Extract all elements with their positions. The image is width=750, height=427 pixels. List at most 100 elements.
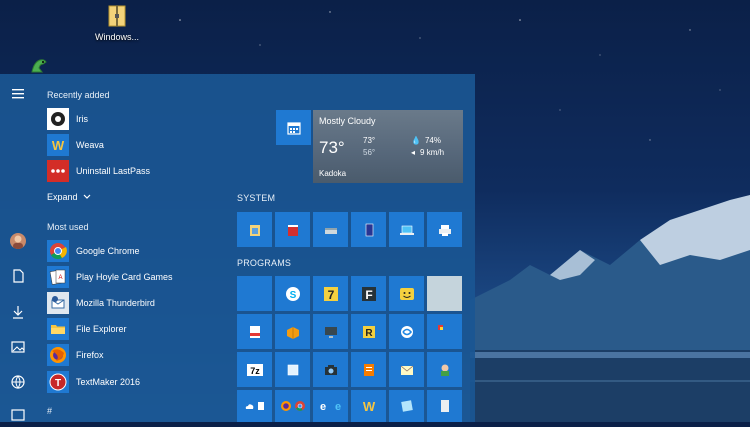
swirl-icon — [400, 325, 413, 338]
documents-button[interactable] — [10, 268, 26, 284]
svg-text:R: R — [365, 328, 373, 339]
tile-program-smiley[interactable] — [389, 276, 424, 311]
box-icon — [286, 326, 299, 339]
app-mozilla-thunderbird[interactable]: Mozilla Thunderbird — [47, 292, 227, 314]
downloads-button[interactable] — [10, 304, 26, 320]
svg-text:W: W — [362, 399, 375, 414]
svg-text:7z: 7z — [250, 366, 260, 376]
tile-program-r4-group[interactable] — [237, 390, 272, 422]
app-iris[interactable]: Iris — [47, 108, 227, 130]
tile-program-r3-2[interactable] — [275, 352, 310, 387]
mail-icon — [400, 365, 413, 375]
phone-icon — [365, 223, 373, 236]
app-hoyle-card-games[interactable]: A Play Hoyle Card Games — [47, 266, 227, 288]
thunderbird-icon — [47, 292, 69, 314]
tile-program-r2-1[interactable] — [237, 314, 272, 349]
tile-program-r2-2[interactable] — [275, 314, 310, 349]
tile-program-seven[interactable]: 7 — [313, 276, 348, 311]
tablet-icon — [440, 400, 449, 412]
pictures-button[interactable] — [10, 339, 26, 355]
tile-program-r2-6[interactable] — [427, 314, 462, 349]
weather-wind-row: ◂ 9 km/h — [411, 148, 444, 157]
tile-program-r3-4[interactable] — [351, 352, 386, 387]
iris-icon — [47, 108, 69, 130]
svg-text:e: e — [320, 401, 326, 412]
tile-weather[interactable]: Mostly Cloudy 73° 73° 56° 💧 74% ◂ 9 km/h K… — [313, 110, 463, 183]
tile-program-r2-3[interactable] — [313, 314, 348, 349]
chevron-down-icon — [83, 194, 90, 199]
textmaker-icon: T — [47, 371, 69, 393]
network-button[interactable] — [10, 374, 26, 390]
laptop-icon — [399, 225, 414, 235]
tile-system-4[interactable] — [351, 212, 386, 247]
recently-added-heading: Recently added — [47, 90, 110, 100]
letter-header-hash[interactable]: # — [47, 406, 52, 416]
smiley-icon — [399, 287, 414, 300]
weava-tile-icon: W — [362, 399, 375, 414]
avatar — [13, 235, 23, 249]
tile-system-5[interactable] — [389, 212, 424, 247]
app-google-chrome[interactable]: Google Chrome — [47, 240, 227, 262]
skype-icon: S — [285, 286, 300, 301]
cards-icon: A — [47, 266, 69, 288]
notes-icon — [363, 363, 374, 376]
tile-system-2[interactable] — [275, 212, 310, 247]
chrome-mini-icon — [294, 401, 305, 411]
user-avatar-button[interactable] — [10, 233, 26, 249]
seven-icon: 7 — [323, 286, 338, 302]
tile-program-7zip[interactable]: 7z — [237, 352, 272, 387]
tile-program-r4-edge[interactable]: e e — [313, 390, 348, 422]
hamburger-icon — [12, 89, 24, 99]
tile-program-r4-browsers[interactable] — [275, 390, 310, 422]
app-uninstall-lastpass[interactable]: Uninstall LastPass — [47, 160, 227, 182]
weava-icon: W — [47, 134, 69, 156]
tile-program-f[interactable]: F — [351, 276, 386, 311]
tile-program-r4-6[interactable] — [427, 390, 462, 422]
tile-program-r2-5[interactable] — [389, 314, 424, 349]
tile-program-r4-5[interactable] — [389, 390, 424, 422]
group-system-heading[interactable]: SYSTEM — [237, 193, 275, 203]
calendar-icon — [286, 121, 301, 135]
tile-system-1[interactable] — [237, 212, 272, 247]
app-textmaker-2016[interactable]: T TextMaker 2016 — [47, 371, 227, 393]
tile-program-r2-4[interactable]: R — [351, 314, 386, 349]
app-name: File Explorer — [76, 324, 127, 334]
download-icon — [13, 306, 23, 319]
hamburger-menu-button[interactable] — [8, 84, 28, 104]
tile-skype[interactable]: S — [275, 276, 310, 311]
settings-partial-button[interactable] — [10, 408, 26, 422]
tile-system-6[interactable] — [427, 212, 462, 247]
tile-program-r3-5[interactable] — [389, 352, 424, 387]
small-tool-icon — [437, 324, 443, 330]
expand-button[interactable]: Expand — [47, 192, 92, 202]
character-icon — [440, 364, 449, 376]
app-name: Firefox — [76, 350, 104, 360]
svg-text:A: A — [58, 275, 62, 281]
tile-calendar[interactable] — [276, 110, 311, 145]
tile-program-r3-3[interactable] — [313, 352, 348, 387]
tile-program-r3-6[interactable] — [427, 352, 462, 387]
weather-humidity-row: 💧 74% — [411, 136, 441, 145]
desktop-icon-windows-zip[interactable]: Windows... — [92, 4, 142, 42]
weather-wind: 9 km/h — [420, 148, 445, 157]
red-box-icon — [287, 224, 298, 236]
printer-icon — [438, 224, 451, 236]
app-file-explorer[interactable]: File Explorer — [47, 318, 227, 340]
weather-temp: 73° — [319, 138, 345, 157]
group-programs-heading[interactable]: PROGRAMS — [237, 258, 291, 268]
app-weava[interactable]: W Weava — [47, 134, 227, 156]
globe-icon — [11, 375, 25, 389]
dragon-icon — [31, 59, 47, 73]
tile-system-3[interactable] — [313, 212, 348, 247]
firefox-icon — [47, 344, 69, 366]
lastpass-icon — [47, 160, 69, 182]
tile-program-blank[interactable] — [237, 276, 272, 311]
tile-program-light[interactable] — [427, 276, 462, 311]
edge-icon: e — [320, 401, 326, 412]
document-icon — [13, 269, 24, 283]
app-name: Play Hoyle Card Games — [76, 272, 173, 282]
chrome-icon — [47, 240, 69, 262]
tile-program-r4-weava[interactable]: W — [351, 390, 386, 422]
app-firefox[interactable]: Firefox — [47, 344, 227, 366]
cloud-icon — [245, 404, 253, 409]
